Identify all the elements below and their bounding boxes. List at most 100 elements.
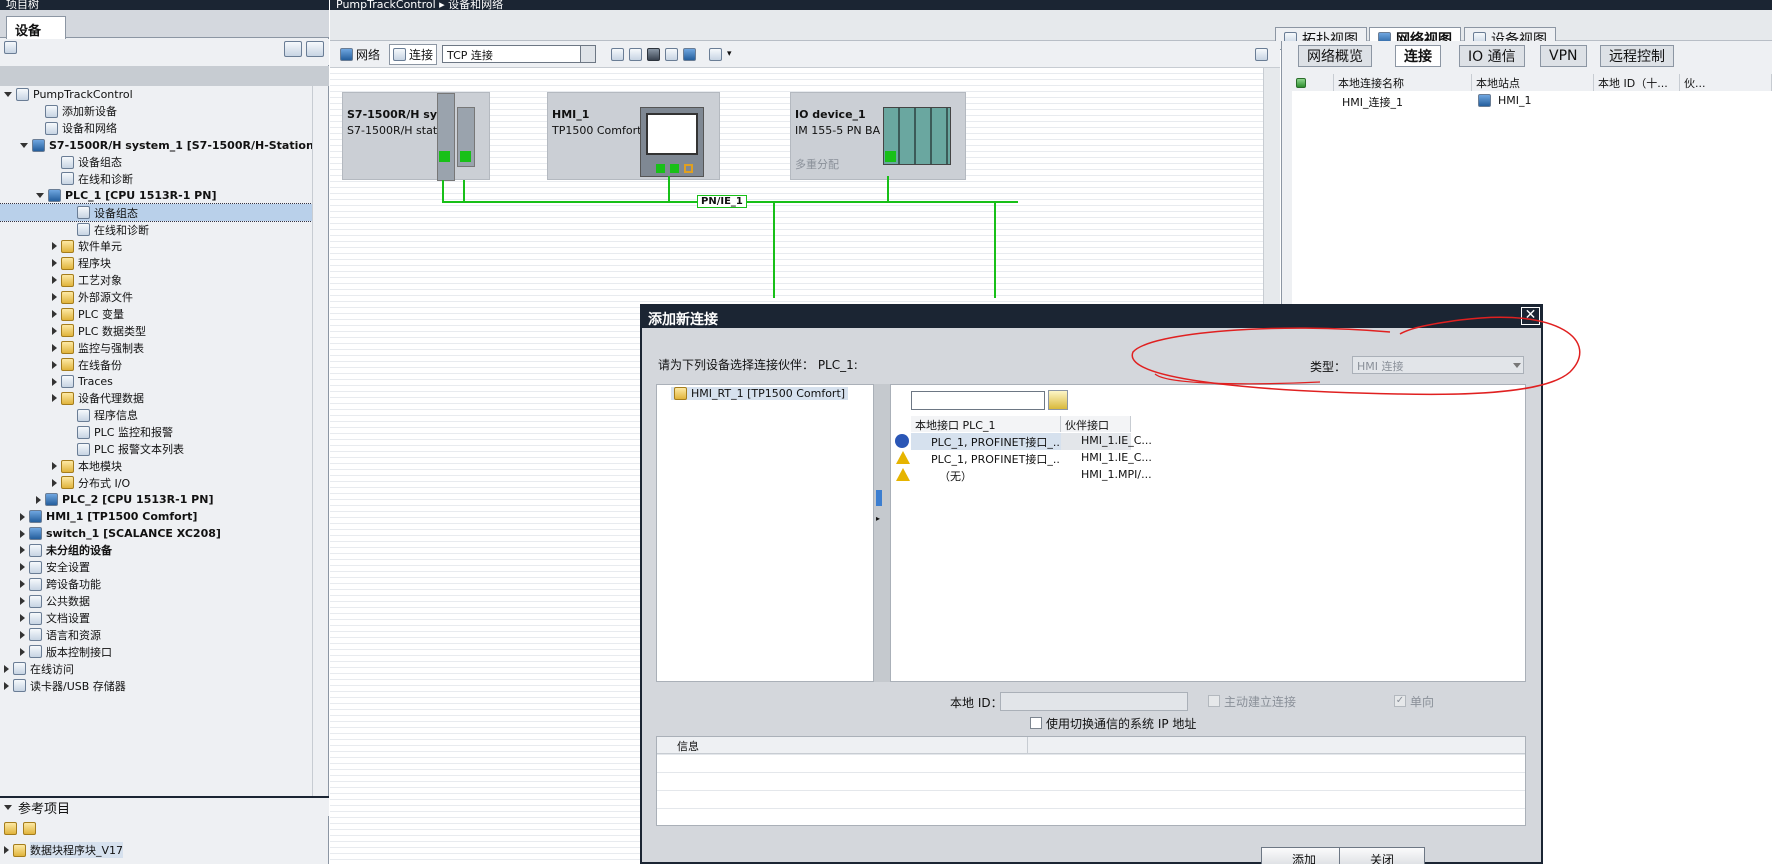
zoom-dropdown-icon[interactable]: ▾ <box>727 49 732 59</box>
panel-toggle-icon[interactable] <box>1255 47 1268 61</box>
partner-item[interactable]: HMI_RT_1 [TP1500 Comfort] <box>671 387 849 400</box>
tab-connections[interactable]: 连接 <box>1395 45 1441 67</box>
filter-icon[interactable] <box>1296 77 1306 88</box>
reference-item[interactable]: 数据块程序块_V17 <box>0 840 329 860</box>
table-toggle-icon[interactable] <box>683 47 697 61</box>
splitter-handle-icon[interactable] <box>876 490 882 506</box>
active-connect-checkbox[interactable] <box>1208 695 1220 707</box>
overview-icon[interactable] <box>284 41 302 57</box>
chevron-right-icon[interactable] <box>20 563 25 572</box>
list-item[interactable]: PLC_1, PROFINET接口_... HMI_1.IE_C... <box>891 433 1527 450</box>
tree-item[interactable]: S7-1500R/H system_1 [S7-1500R/H-Station] <box>0 137 319 154</box>
close-reference-icon[interactable] <box>23 821 36 835</box>
tree-item[interactable]: 公共数据 <box>0 593 312 610</box>
tree-item[interactable]: 分布式 I/O <box>0 474 312 491</box>
tree-item[interactable]: Traces <box>0 373 312 390</box>
tree-item[interactable]: PLC 变量 <box>0 306 312 323</box>
chevron-down-icon[interactable] <box>4 804 12 810</box>
col-local-interface[interactable]: 本地接口 PLC_1 <box>911 416 1061 432</box>
chevron-right-icon[interactable] <box>52 478 57 487</box>
dialog-splitter[interactable]: ▸ <box>874 384 890 682</box>
chevron-right-icon[interactable] <box>52 242 57 251</box>
tree-item[interactable]: HMI_1 [TP1500 Comfort] <box>0 508 312 525</box>
tab-io-communication[interactable]: IO 通信 <box>1459 45 1525 67</box>
col-local-connection-name[interactable]: 本地连接名称 <box>1334 74 1472 91</box>
name-icon[interactable] <box>611 47 625 61</box>
local-id-input[interactable] <box>1000 692 1188 711</box>
network-button[interactable]: 网络 <box>336 44 384 65</box>
chevron-right-icon[interactable] <box>52 377 57 386</box>
chevron-right-icon[interactable] <box>52 360 57 369</box>
chevron-right-icon[interactable] <box>36 495 41 504</box>
tree-item[interactable]: 版本控制接口 <box>0 643 312 660</box>
add-button[interactable]: 添加 <box>1261 847 1347 864</box>
col-local-station[interactable]: 本地站点 <box>1472 74 1594 91</box>
tree-item[interactable]: 设备组态 <box>0 203 313 223</box>
tree-item[interactable]: PLC 报警文本列表 <box>0 441 312 458</box>
tree-item[interactable]: 未分组的设备 <box>0 542 312 559</box>
chevron-down-icon[interactable] <box>36 193 44 199</box>
zoom-icon[interactable] <box>709 47 723 61</box>
chevron-right-icon[interactable] <box>4 664 9 673</box>
tree-item[interactable]: 添加新设备 <box>0 103 312 120</box>
col-local-id[interactable]: 本地 ID（十... <box>1594 74 1680 91</box>
chevron-right-icon[interactable] <box>20 546 25 555</box>
tree-item[interactable]: PLC 监控和报警 <box>0 424 312 441</box>
tree-item[interactable]: PLC_2 [CPU 1513R-1 PN] <box>0 491 312 508</box>
chevron-right-icon[interactable] <box>52 310 57 319</box>
chevron-right-icon[interactable] <box>20 630 25 639</box>
connection-type-select[interactable]: TCP 连接 <box>442 45 597 63</box>
tree-item[interactable]: PumpTrackControl <box>0 86 312 103</box>
subnet-label[interactable]: PN/IE_1 <box>697 195 747 208</box>
tab-vpn[interactable]: VPN <box>1540 45 1587 67</box>
tab-remote-control[interactable]: 远程控制 <box>1600 45 1674 67</box>
tree-item[interactable]: 文档设置 <box>0 610 312 627</box>
tab-network-overview[interactable]: 网络概览 <box>1298 45 1372 67</box>
grid-icon[interactable] <box>665 47 679 61</box>
chevron-right-icon[interactable] <box>4 681 9 690</box>
tree-item[interactable]: PLC 数据类型 <box>0 322 312 339</box>
tree-item[interactable]: 在线和诊断 <box>0 221 312 238</box>
tree-item[interactable]: 设备和网络 <box>0 120 312 137</box>
tree-item[interactable]: 程序信息 <box>0 407 312 424</box>
chevron-right-icon[interactable] <box>20 512 25 521</box>
one-way-checkbox[interactable]: ✓ <box>1394 695 1406 707</box>
use-switch-ip-checkbox[interactable] <box>1030 717 1042 729</box>
reference-projects-header[interactable]: 参考项目 <box>0 796 329 817</box>
tree-settings-icon[interactable] <box>4 41 17 54</box>
tree-item[interactable]: 在线备份 <box>0 356 312 373</box>
list-item[interactable]: PLC_1, PROFINET接口_... HMI_1.IE_C... <box>891 450 1527 467</box>
tree-item[interactable]: 监控与强制表 <box>0 339 312 356</box>
chevron-right-icon[interactable] <box>52 326 57 335</box>
tree-item[interactable]: 读卡器/USB 存储器 <box>0 677 312 694</box>
open-reference-icon[interactable] <box>4 821 17 835</box>
page-icon[interactable] <box>647 47 661 61</box>
chevron-down-icon[interactable] <box>4 91 12 97</box>
tree-item[interactable]: 安全设置 <box>0 559 312 576</box>
chevron-right-icon[interactable] <box>20 597 25 606</box>
tree-item[interactable]: 本地模块 <box>0 458 312 475</box>
chevron-right-icon[interactable] <box>52 259 57 268</box>
tree-item[interactable]: 外部源文件 <box>0 289 312 306</box>
col-partner-interface[interactable]: 伙伴接口 <box>1061 416 1131 432</box>
canvas-scrollbar[interactable] <box>1263 68 1280 308</box>
chevron-right-icon[interactable] <box>20 647 25 656</box>
tree-item[interactable]: 在线访问 <box>0 660 312 677</box>
filter-input[interactable] <box>911 391 1045 410</box>
list-item[interactable]: （无） HMI_1.MPI/... <box>891 467 1527 484</box>
split-view-icon[interactable] <box>306 41 324 57</box>
splitter-arrow-icon[interactable]: ▸ <box>876 514 880 523</box>
tree-item[interactable]: 语言和资源 <box>0 627 312 644</box>
tab-devices[interactable]: 设备 <box>6 16 66 39</box>
chevron-right-icon[interactable] <box>52 394 57 403</box>
tree-item[interactable]: 工艺对象 <box>0 272 312 289</box>
chevron-right-icon[interactable] <box>20 580 25 589</box>
chevron-right-icon[interactable] <box>20 529 25 538</box>
tree-item[interactable]: 软件单元 <box>0 238 312 255</box>
close-button[interactable]: 关闭 <box>1339 847 1425 864</box>
chevron-right-icon[interactable] <box>20 614 25 623</box>
chevron-right-icon[interactable] <box>52 276 57 285</box>
connection-button[interactable]: 连接 <box>389 43 438 65</box>
tree-scrollbar[interactable] <box>312 86 328 796</box>
filter-icon[interactable] <box>1048 390 1068 410</box>
